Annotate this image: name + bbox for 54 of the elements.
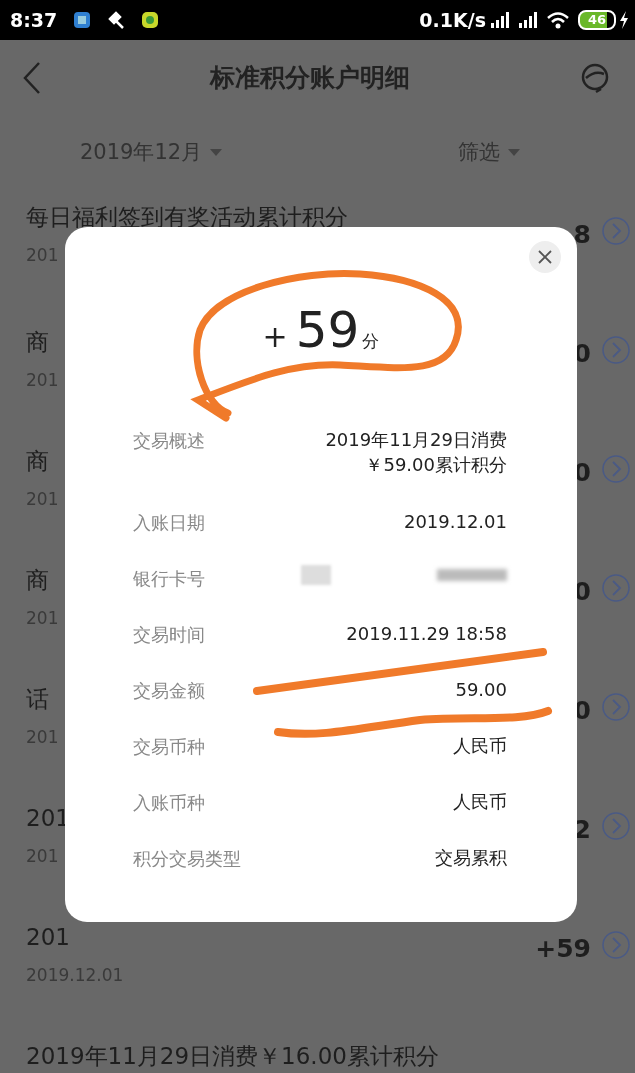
page-title: 标准积分账户明细: [209, 61, 410, 94]
chevron-icon[interactable]: [601, 692, 631, 722]
record-title: 201: [26, 923, 70, 952]
detail-label: 交易金额: [133, 679, 205, 703]
chevron-icon[interactable]: [601, 811, 631, 841]
points-unit: 分: [362, 330, 380, 353]
signal-icon: [518, 11, 538, 29]
redacted-mark: [301, 565, 331, 585]
app-notification-icon: [141, 11, 160, 29]
points-value: 59: [295, 305, 360, 355]
detail-value: 2019年11月29日消费￥59.00累计积分: [324, 428, 507, 478]
record-title: 201: [26, 804, 70, 833]
caret-icon: [508, 148, 520, 157]
record-title: 商: [26, 447, 49, 476]
signal-icon: [490, 11, 510, 29]
status-time: 8:37: [10, 7, 58, 33]
caret-icon: [210, 148, 223, 157]
detail-label: 交易时间: [133, 623, 205, 647]
detail-value: 交易累积: [435, 846, 507, 870]
detail-label: 入账日期: [133, 511, 205, 535]
tool-icon: [107, 11, 126, 29]
detail-label: 入账币种: [133, 791, 205, 815]
redacted-mark: [437, 569, 507, 581]
record-title: 2019年11月29日消费￥16.00累计积分: [26, 1042, 439, 1071]
detail-value: 人民币: [453, 734, 507, 758]
back-button[interactable]: [22, 60, 42, 95]
detail-label: 银行卡号: [133, 567, 205, 591]
chevron-icon[interactable]: [601, 930, 631, 960]
detail-label: 积分交易类型: [133, 847, 241, 871]
app-notification-icon: [73, 11, 92, 29]
chevron-icon[interactable]: [601, 454, 631, 484]
points-sign: +: [262, 318, 288, 356]
record-title: 每日福利签到有奖活动累计积分: [26, 203, 348, 232]
network-speed: 0.1K/s: [419, 7, 486, 33]
chevron-icon[interactable]: [601, 216, 631, 246]
charging-icon: [619, 11, 629, 29]
detail-value: 2019.11.29 18:58: [346, 622, 507, 646]
detail-label: 交易币种: [133, 735, 205, 759]
detail-value: 人民币: [453, 790, 507, 814]
chevron-icon[interactable]: [601, 335, 631, 365]
wifi-icon: [546, 11, 570, 29]
back-icon: [22, 60, 42, 95]
close-icon: [538, 250, 552, 264]
battery-indicator: 46: [578, 10, 616, 30]
close-button[interactable]: [529, 241, 561, 273]
record-points: 8: [573, 219, 591, 251]
detail-value: 2019.12.01: [403, 510, 507, 534]
record-points: +59: [535, 933, 591, 965]
record-title: 商: [26, 566, 49, 595]
chevron-icon[interactable]: [601, 573, 631, 603]
detail-label: 交易概述: [133, 429, 205, 453]
record-title: 商: [26, 328, 49, 357]
record-title: 话: [26, 685, 49, 714]
detail-value: 59.00: [455, 678, 507, 702]
